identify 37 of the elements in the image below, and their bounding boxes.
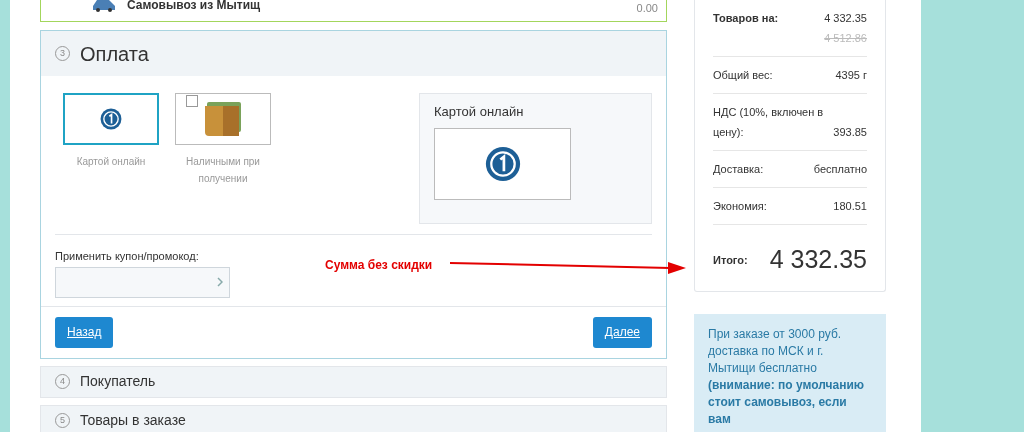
section-title: Товары в заказе [80,411,186,430]
section-title: Оплата [80,41,149,67]
car-icon [91,0,117,12]
option-label: Наличными при получении [185,155,261,186]
section-header[interactable]: 5 Товары в заказе [40,404,667,432]
preview-title: Картой онлайн [434,103,525,121]
coupon-field[interactable] [55,266,230,298]
annotation-text: Сумма без скидки [325,257,433,274]
back-button[interactable]: Назад [55,316,114,348]
section-header[interactable]: 4 Покупатель [40,365,667,398]
coin-icon [100,108,122,130]
payment-option[interactable] [175,93,271,145]
summary-label: Товаров на: [713,11,779,26]
summary-label: Общий вес: [713,68,773,83]
summary-value: бесплатно [813,162,867,177]
coin-icon [484,145,521,182]
info-text: При заказе от 3000 руб. доставка по МСК и г. Мытищи бесплатно (внимание: по умолчанию стоит самовывоз, если вам [708,327,865,427]
summary-value: 4395 г [835,68,867,83]
summary-value: 180.51 [833,199,867,214]
delivery-name: Самовывоз из Мытищ [127,0,261,14]
wallet-icon [203,100,243,138]
total-label: Итого: [713,252,748,268]
next-button[interactable]: Далее [592,316,652,348]
chevron-right-icon [217,277,223,287]
total-value: 4 332.35 [769,244,867,275]
old-price: 4 512.86 [823,31,867,46]
summary-value: 393.85 [833,125,867,140]
payment-option[interactable] [63,93,159,145]
summary-label: Доставка: [713,162,764,177]
option-label: Картой онлайн [76,155,146,169]
coupon-label: Применить купон/промокод: [55,249,199,264]
checkbox[interactable] [186,95,198,107]
summary-label: НДС (10%, включен в цену): [713,105,825,140]
summary-label: Экономия: [713,199,767,214]
section-title: Покупатель [80,372,156,391]
delivery-price: 0.00 [636,1,658,16]
summary-value: 4 332.35 [824,11,867,26]
